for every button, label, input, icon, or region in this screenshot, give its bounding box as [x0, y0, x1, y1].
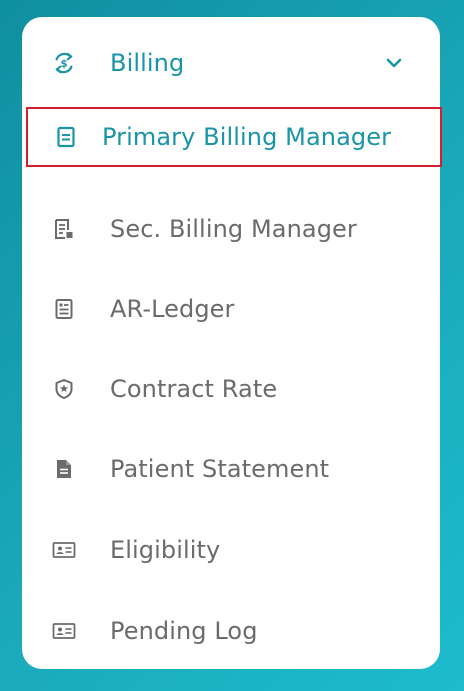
- menu-item-label: Pending Log: [110, 617, 258, 645]
- menu-item-sec-billing-manager[interactable]: Sec. Billing Manager: [22, 199, 440, 259]
- billing-menu-header[interactable]: $ Billing: [22, 33, 440, 93]
- menu-item-label: Patient Statement: [110, 455, 330, 483]
- menu-item-ar-ledger[interactable]: AR-Ledger: [22, 279, 440, 339]
- file-text-icon: [52, 457, 76, 481]
- svg-text:$: $: [60, 59, 67, 70]
- ledger-icon: [52, 297, 76, 321]
- menu-item-contract-rate[interactable]: Contract Rate: [22, 359, 440, 419]
- menu-item-label: Contract Rate: [110, 375, 278, 403]
- id-card-icon: [52, 619, 76, 643]
- menu-item-eligibility[interactable]: Eligibility: [22, 520, 440, 580]
- menu-item-label: AR-Ledger: [110, 295, 235, 323]
- id-card-icon: [52, 538, 76, 562]
- menu-item-label: Sec. Billing Manager: [110, 215, 357, 243]
- shield-star-icon: [52, 377, 76, 401]
- receipt-icon: [52, 217, 76, 241]
- menu-item-label: Eligibility: [110, 536, 221, 564]
- chevron-down-icon[interactable]: [382, 51, 406, 75]
- dollar-refresh-icon: $: [52, 51, 76, 75]
- menu-item-label: Primary Billing Manager: [102, 123, 392, 151]
- document-icon: [54, 125, 78, 149]
- menu-item-pending-log[interactable]: Pending Log: [22, 601, 440, 661]
- menu-item-patient-statement[interactable]: Patient Statement: [22, 439, 440, 499]
- billing-menu-panel: $ Billing Primary Billing Manager Sec. B…: [22, 17, 442, 669]
- menu-item-primary-billing-manager[interactable]: Primary Billing Manager: [26, 107, 442, 167]
- billing-menu-title: Billing: [110, 49, 185, 77]
